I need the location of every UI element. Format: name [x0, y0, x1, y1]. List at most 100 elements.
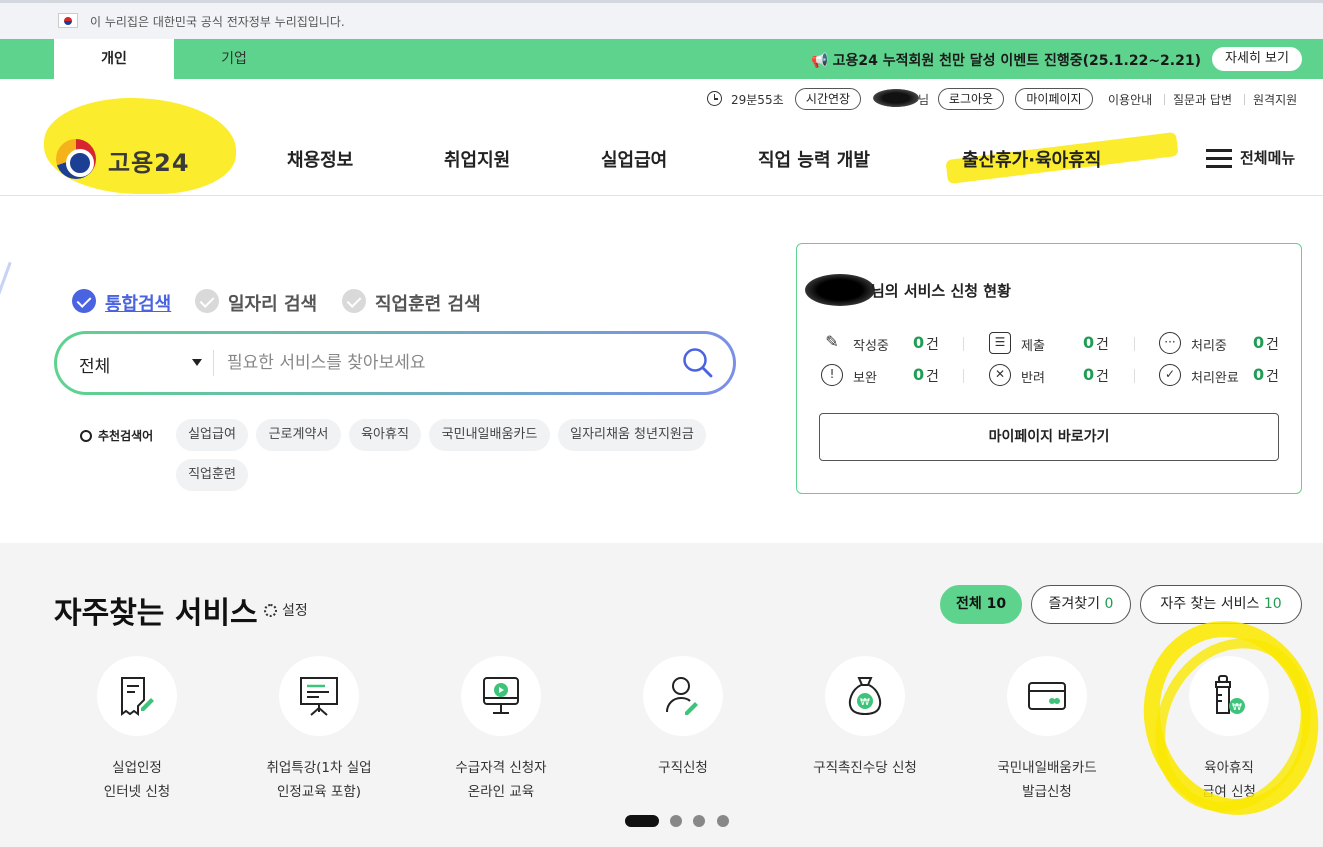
hamburger-icon	[1206, 149, 1232, 168]
keyword-chip[interactable]: 실업급여	[176, 419, 248, 451]
service-employment-lecture[interactable]: 취업특강(1차 실업 인정교육 포함)	[234, 656, 404, 806]
keyword-chip[interactable]: 직업훈련	[176, 459, 248, 491]
gov-banner-text: 이 누리집은 대한민국 공식 전자정부 누리집입니다.	[90, 15, 345, 29]
clock-icon	[707, 91, 722, 106]
guide-link[interactable]: 이용안내	[1108, 91, 1152, 108]
caret-down-icon[interactable]	[192, 359, 202, 366]
header-divider	[0, 195, 1323, 196]
redacted-username	[873, 89, 919, 107]
search-input[interactable]	[227, 346, 667, 380]
divider	[213, 350, 214, 376]
settings-button[interactable]: 설정	[264, 600, 308, 620]
service-icon-circle	[461, 656, 541, 736]
filter-frequent[interactable]: 자주 찾는 서비스 10	[1140, 585, 1302, 624]
tab-personal[interactable]: 개인	[54, 39, 174, 79]
site-logo[interactable]: 고용24	[56, 137, 206, 179]
search-button[interactable]	[681, 346, 715, 380]
extend-session-button[interactable]: 시간연장	[795, 88, 861, 110]
nav-vocational-training[interactable]: 직업 능력 개발	[758, 146, 870, 172]
search-category-select[interactable]: 전체	[79, 352, 110, 377]
gear-icon	[264, 604, 277, 617]
separator	[1164, 94, 1165, 105]
decorative-mark	[0, 261, 19, 313]
filter-label: 즐겨찾기	[1048, 596, 1101, 612]
service-label: 취업특강(1차 실업 인정교육 포함)	[234, 756, 404, 804]
event-detail-button[interactable]: 자세히 보기	[1212, 47, 1302, 71]
settings-label: 설정	[282, 603, 308, 619]
search-icon	[80, 430, 92, 442]
logout-button[interactable]: 로그아웃	[938, 88, 1004, 110]
service-job-seeking-allowance[interactable]: ₩ 구직촉진수당 신청	[780, 656, 950, 806]
check-circle-icon: ✓	[1159, 364, 1181, 386]
status-unit: 건	[926, 369, 939, 385]
go-to-mypage-button[interactable]: 마이페이지 바로가기	[819, 413, 1279, 461]
taegeuk-emblem-icon	[56, 139, 96, 179]
document-pen-icon	[121, 677, 154, 716]
remote-support-link[interactable]: 원격지원	[1253, 91, 1297, 108]
filter-count: 10	[986, 596, 1007, 612]
x-circle-icon: ✕	[989, 364, 1011, 386]
tab-label: 통합검색	[105, 294, 172, 315]
svg-text:₩: ₩	[860, 697, 870, 708]
nav-recruitment[interactable]: 채용정보	[287, 146, 353, 172]
exclamation-icon: !	[821, 364, 843, 386]
keyword-chip[interactable]: 근로계약서	[256, 419, 341, 451]
filter-all[interactable]: 전체 10	[940, 585, 1022, 624]
all-menu-label: 전체메뉴	[1240, 149, 1296, 167]
filter-favorites[interactable]: 즐겨찾기 0	[1031, 585, 1131, 624]
gov-banner: 이 누리집은 대한민국 공식 전자정부 누리집입니다.	[0, 0, 1323, 39]
separator	[1134, 369, 1135, 383]
status-title: 님의 서비스 신청 현황	[871, 282, 1011, 300]
qna-link[interactable]: 질문과 답변	[1173, 91, 1232, 108]
service-learning-card[interactable]: 국민내일배움카드 발급신청	[962, 656, 1132, 806]
status-count: 0	[913, 365, 925, 384]
checklist-icon: ☰	[989, 332, 1011, 354]
more-dots-icon: ···	[1159, 332, 1181, 354]
filter-count: 10	[1263, 596, 1282, 612]
megaphone-icon: 📢	[811, 53, 829, 69]
status-drafting[interactable]: ✎ 작성중 0 건	[821, 332, 971, 356]
credit-card-icon	[1028, 682, 1066, 710]
carousel-dot[interactable]	[717, 815, 729, 827]
keyword-chip[interactable]: 국민내일배움카드	[429, 419, 550, 451]
keyword-chip[interactable]: 일자리채움 청년지원금	[558, 419, 706, 451]
service-icon-circle	[1007, 656, 1087, 736]
service-icon-circle	[643, 656, 723, 736]
status-label: 작성중	[853, 339, 889, 354]
service-label-line: 인정교육 포함)	[276, 784, 362, 800]
status-label: 처리중	[1191, 339, 1227, 354]
mypage-button[interactable]: 마이페이지	[1015, 88, 1093, 110]
pencil-icon: ✎	[825, 332, 839, 351]
nav-employment-support[interactable]: 취업지원	[444, 146, 510, 172]
nav-maternity-parental-leave[interactable]: 출산휴가·육아휴직	[962, 146, 1101, 172]
status-count: 0	[1253, 333, 1265, 352]
service-label-line: 구직신청	[658, 760, 708, 776]
separator	[1244, 94, 1245, 105]
recommended-keywords-label: 추천검색어	[80, 427, 153, 444]
service-label-line: 국민내일배움카드	[997, 760, 1097, 776]
service-label-line: 실업인정	[112, 760, 162, 776]
status-supplement[interactable]: ! 보완 0 건	[821, 364, 971, 388]
service-job-application[interactable]: 구직신청	[598, 656, 768, 806]
status-label: 보완	[853, 371, 877, 386]
tab-label: 직업훈련 검색	[375, 294, 481, 315]
tab-label: 일자리 검색	[228, 294, 318, 315]
carousel-dot[interactable]	[693, 815, 705, 827]
keyword-chip[interactable]: 육아휴직	[349, 419, 421, 451]
status-rejected[interactable]: ✕ 반려 0 건	[989, 364, 1139, 388]
event-notice-text: 고용24 누적회원 천만 달성 이벤트 진행중(25.1.22~2.21)	[832, 53, 1201, 69]
event-notice[interactable]: 📢 고용24 누적회원 천만 달성 이벤트 진행중(25.1.22~2.21)	[811, 50, 1201, 70]
status-label: 제출	[1021, 339, 1045, 354]
nav-unemployment-benefit[interactable]: 실업급여	[601, 146, 667, 172]
carousel-dot[interactable]	[670, 815, 682, 827]
status-submitted[interactable]: ☰ 제출 0 건	[989, 332, 1139, 356]
status-completed[interactable]: ✓ 처리완료 0 건	[1159, 364, 1309, 388]
status-processing[interactable]: ··· 처리중 0 건	[1159, 332, 1309, 356]
separator	[963, 369, 964, 383]
service-online-education[interactable]: 수급자격 신청자 온라인 교육	[416, 656, 586, 806]
logo-text: 고용24	[108, 149, 190, 177]
carousel-dot-active[interactable]	[625, 815, 659, 827]
tab-company[interactable]: 기업	[174, 39, 294, 79]
service-label-line: 수급자격 신청자	[455, 760, 547, 776]
service-unemployment-certification[interactable]: 실업인정 인터넷 신청	[52, 656, 222, 806]
